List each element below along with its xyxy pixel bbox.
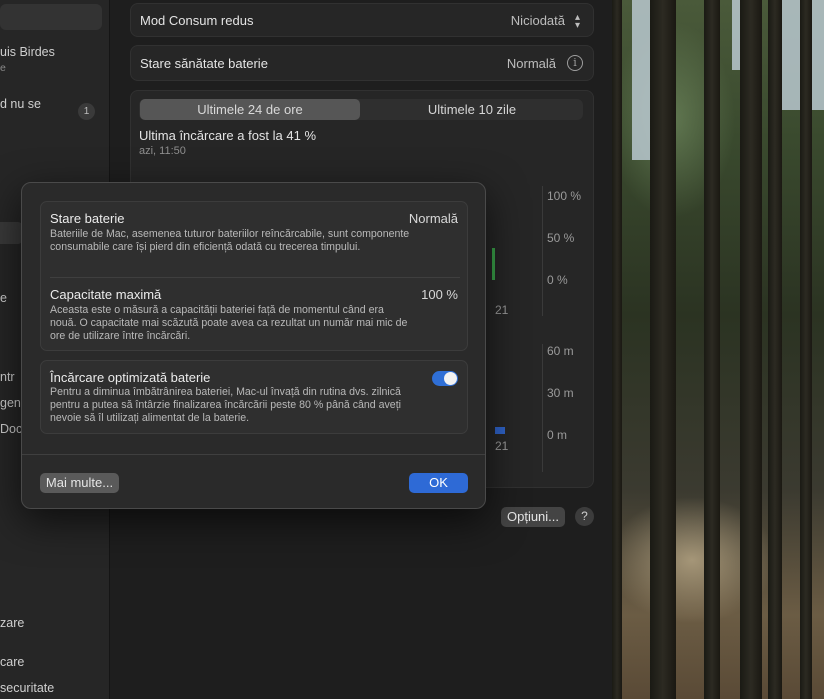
- level-tick-0: 0 %: [547, 273, 568, 287]
- level-tick-50: 50 %: [547, 231, 575, 245]
- level-bar: [492, 248, 495, 280]
- usage-bar: [495, 427, 505, 434]
- usage-tick-60: 60 m: [547, 344, 574, 358]
- sidebar-item-zare[interactable]: zare: [0, 616, 24, 630]
- sidebar-item-ntr[interactable]: ntr: [0, 370, 15, 384]
- options-button[interactable]: Opțiuni...: [501, 507, 565, 527]
- time-range-tabs: Ultimele 24 de ore Ultimele 10 zile: [139, 99, 583, 120]
- sidebar-item-gen[interactable]: gen: [0, 396, 21, 410]
- last-charge-time: azi, 11:50: [139, 145, 186, 157]
- battery-info-card: Stare baterie Normală Bateriile de Mac, …: [40, 201, 468, 351]
- ok-button[interactable]: OK: [409, 473, 468, 493]
- battery-state-description: Bateriile de Mac, asemenea tuturor bater…: [50, 228, 410, 253]
- toggle-knob: [444, 372, 457, 385]
- info-icon[interactable]: i: [567, 55, 583, 71]
- max-capacity-value: 100 %: [421, 287, 458, 302]
- usage-tick-0: 0 m: [547, 428, 568, 442]
- footer-divider: [22, 454, 485, 455]
- max-capacity-description: Aceasta este o măsură a capacității bate…: [50, 304, 408, 342]
- optimized-charging-description: Pentru a diminua îmbătrânirea bateriei, …: [50, 386, 401, 424]
- sidebar-item-selected[interactable]: [0, 222, 22, 244]
- battery-state-title: Stare baterie: [50, 211, 125, 226]
- low-power-row: Mod Consum redus Niciodată ▴ ▾: [130, 3, 594, 37]
- sidebar-account-sub: e: [0, 62, 6, 74]
- tab-last-24-hours[interactable]: Ultimele 24 de ore: [140, 99, 360, 120]
- battery-health-dialog: Stare baterie Normală Bateriile de Mac, …: [21, 182, 486, 509]
- level-x-label: 21: [495, 303, 509, 317]
- sidebar-item-doc[interactable]: Doc: [0, 422, 22, 436]
- sidebar-badge: 1: [78, 103, 95, 120]
- updown-chevron-icon[interactable]: ▴ ▾: [575, 13, 580, 31]
- max-capacity-title: Capacitate maximă: [50, 287, 162, 302]
- divider: [50, 277, 460, 278]
- usage-x-label: 21: [495, 439, 509, 453]
- last-charge-title: Ultima încărcare a fost la 41 %: [139, 128, 317, 143]
- battery-state-value: Normală: [408, 211, 458, 226]
- optimized-charging-toggle[interactable]: [432, 371, 458, 386]
- optimized-charging-card: Încărcare optimizată baterie Pentru a di…: [40, 360, 468, 434]
- low-power-select[interactable]: Niciodată: [511, 13, 565, 28]
- usage-chart-axis: [542, 344, 543, 472]
- battery-health-value: Normală: [506, 56, 556, 71]
- sidebar-account-name[interactable]: uis Birdes: [0, 45, 55, 59]
- usage-tick-30: 30 m: [547, 386, 574, 400]
- battery-health-label: Stare sănătate baterie: [140, 56, 268, 71]
- tab-last-10-days[interactable]: Ultimele 10 zile: [361, 99, 583, 120]
- level-chart-axis: [542, 186, 543, 316]
- help-button[interactable]: ?: [575, 507, 594, 526]
- sidebar-item-securitate[interactable]: securitate: [0, 681, 54, 695]
- optimized-charging-title: Încărcare optimizată baterie: [50, 370, 211, 385]
- level-tick-100: 100 %: [547, 189, 582, 203]
- sidebar-item-notice[interactable]: d nu se: [0, 97, 41, 111]
- low-power-label: Mod Consum redus: [140, 13, 254, 28]
- sidebar-item-care[interactable]: care: [0, 655, 24, 669]
- sidebar-item-e[interactable]: e: [0, 291, 7, 305]
- search-field[interactable]: [0, 4, 102, 30]
- battery-health-row: Stare sănătate baterie Normală i: [130, 45, 594, 81]
- more-button[interactable]: Mai multe...: [40, 473, 119, 493]
- desktop-wallpaper: [612, 0, 824, 699]
